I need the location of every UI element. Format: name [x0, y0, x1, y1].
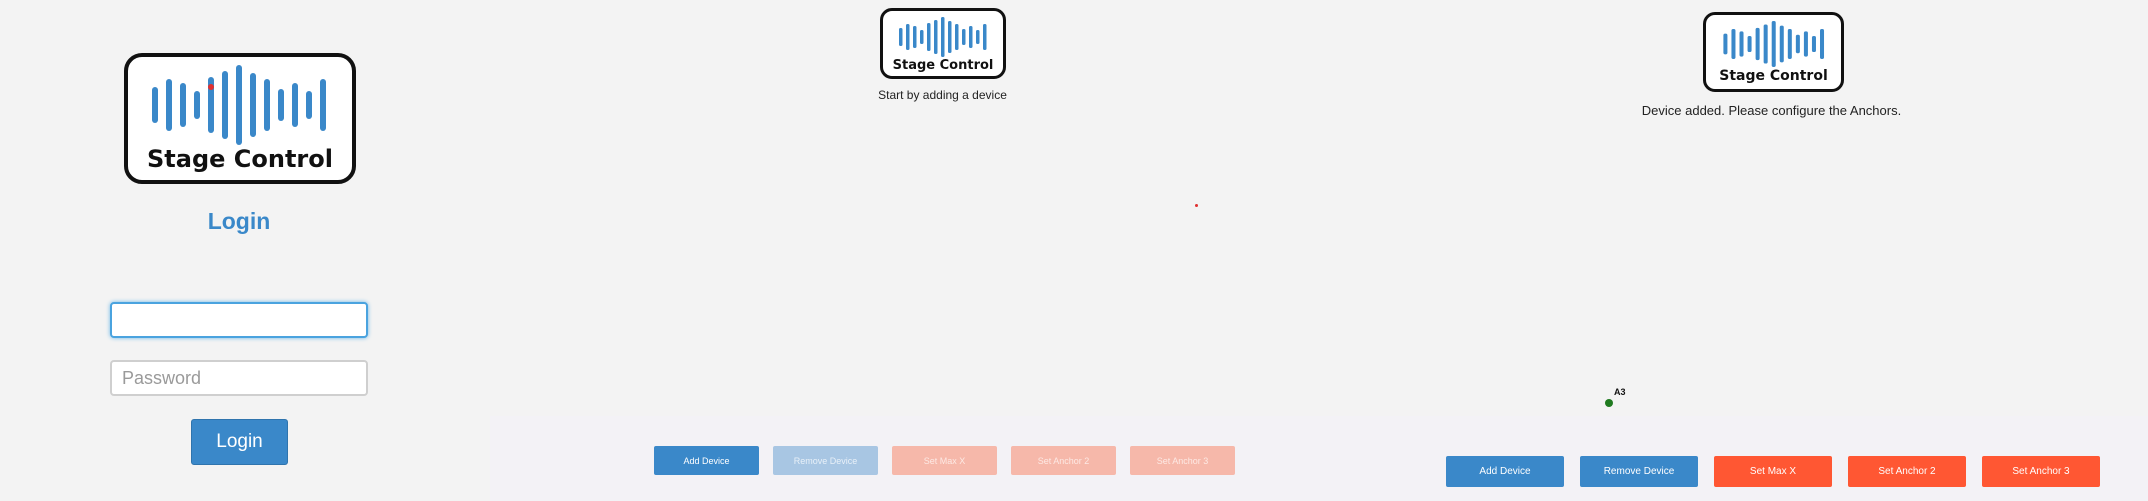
- password-field[interactable]: [110, 360, 368, 396]
- stage-control-logo: Stage Control: [1703, 12, 1844, 92]
- set-max-x-button[interactable]: Set Max X: [892, 446, 997, 475]
- remove-device-button[interactable]: Remove Device: [1580, 456, 1698, 487]
- set-anchor-2-button[interactable]: Set Anchor 2: [1848, 456, 1966, 487]
- set-anchor-2-button[interactable]: Set Anchor 2: [1011, 446, 1116, 475]
- remove-device-button[interactable]: Remove Device: [773, 446, 878, 475]
- status-message: Start by adding a device: [878, 88, 1007, 102]
- login-panel: Stage Control Login Login: [0, 0, 480, 501]
- cursor-dot: [1195, 204, 1198, 207]
- waveform-icon: [152, 65, 326, 145]
- device-added-panel: Stage Control Device added. Please confi…: [1395, 0, 2148, 501]
- set-max-x-button[interactable]: Set Max X: [1714, 456, 1832, 487]
- login-title: Login: [207, 208, 271, 234]
- stage-control-logo: Stage Control: [880, 8, 1006, 79]
- device-marker[interactable]: [1605, 399, 1613, 407]
- add-device-button[interactable]: Add Device: [1446, 456, 1564, 487]
- set-anchor-3-button[interactable]: Set Anchor 3: [1130, 446, 1235, 475]
- login-button[interactable]: Login: [191, 419, 288, 465]
- start-panel: Stage Control Start by adding a device A…: [490, 0, 1395, 501]
- logo-text: Stage Control: [147, 145, 333, 173]
- logo-text: Stage Control: [1719, 68, 1828, 84]
- control-toolbar: Add Device Remove Device Set Max X Set A…: [1395, 416, 2148, 501]
- logo-text: Stage Control: [892, 58, 994, 73]
- username-field[interactable]: [110, 302, 368, 338]
- set-anchor-3-button[interactable]: Set Anchor 3: [1982, 456, 2100, 487]
- waveform-icon: [899, 17, 987, 57]
- waveform-icon: [1722, 21, 1824, 67]
- add-device-button[interactable]: Add Device: [654, 446, 759, 475]
- control-toolbar: Add Device Remove Device Set Max X Set A…: [490, 416, 1395, 501]
- device-label: A3: [1614, 387, 1626, 397]
- stage-control-logo: Stage Control: [124, 53, 356, 184]
- status-message: Device added. Please configure the Ancho…: [1641, 103, 1902, 118]
